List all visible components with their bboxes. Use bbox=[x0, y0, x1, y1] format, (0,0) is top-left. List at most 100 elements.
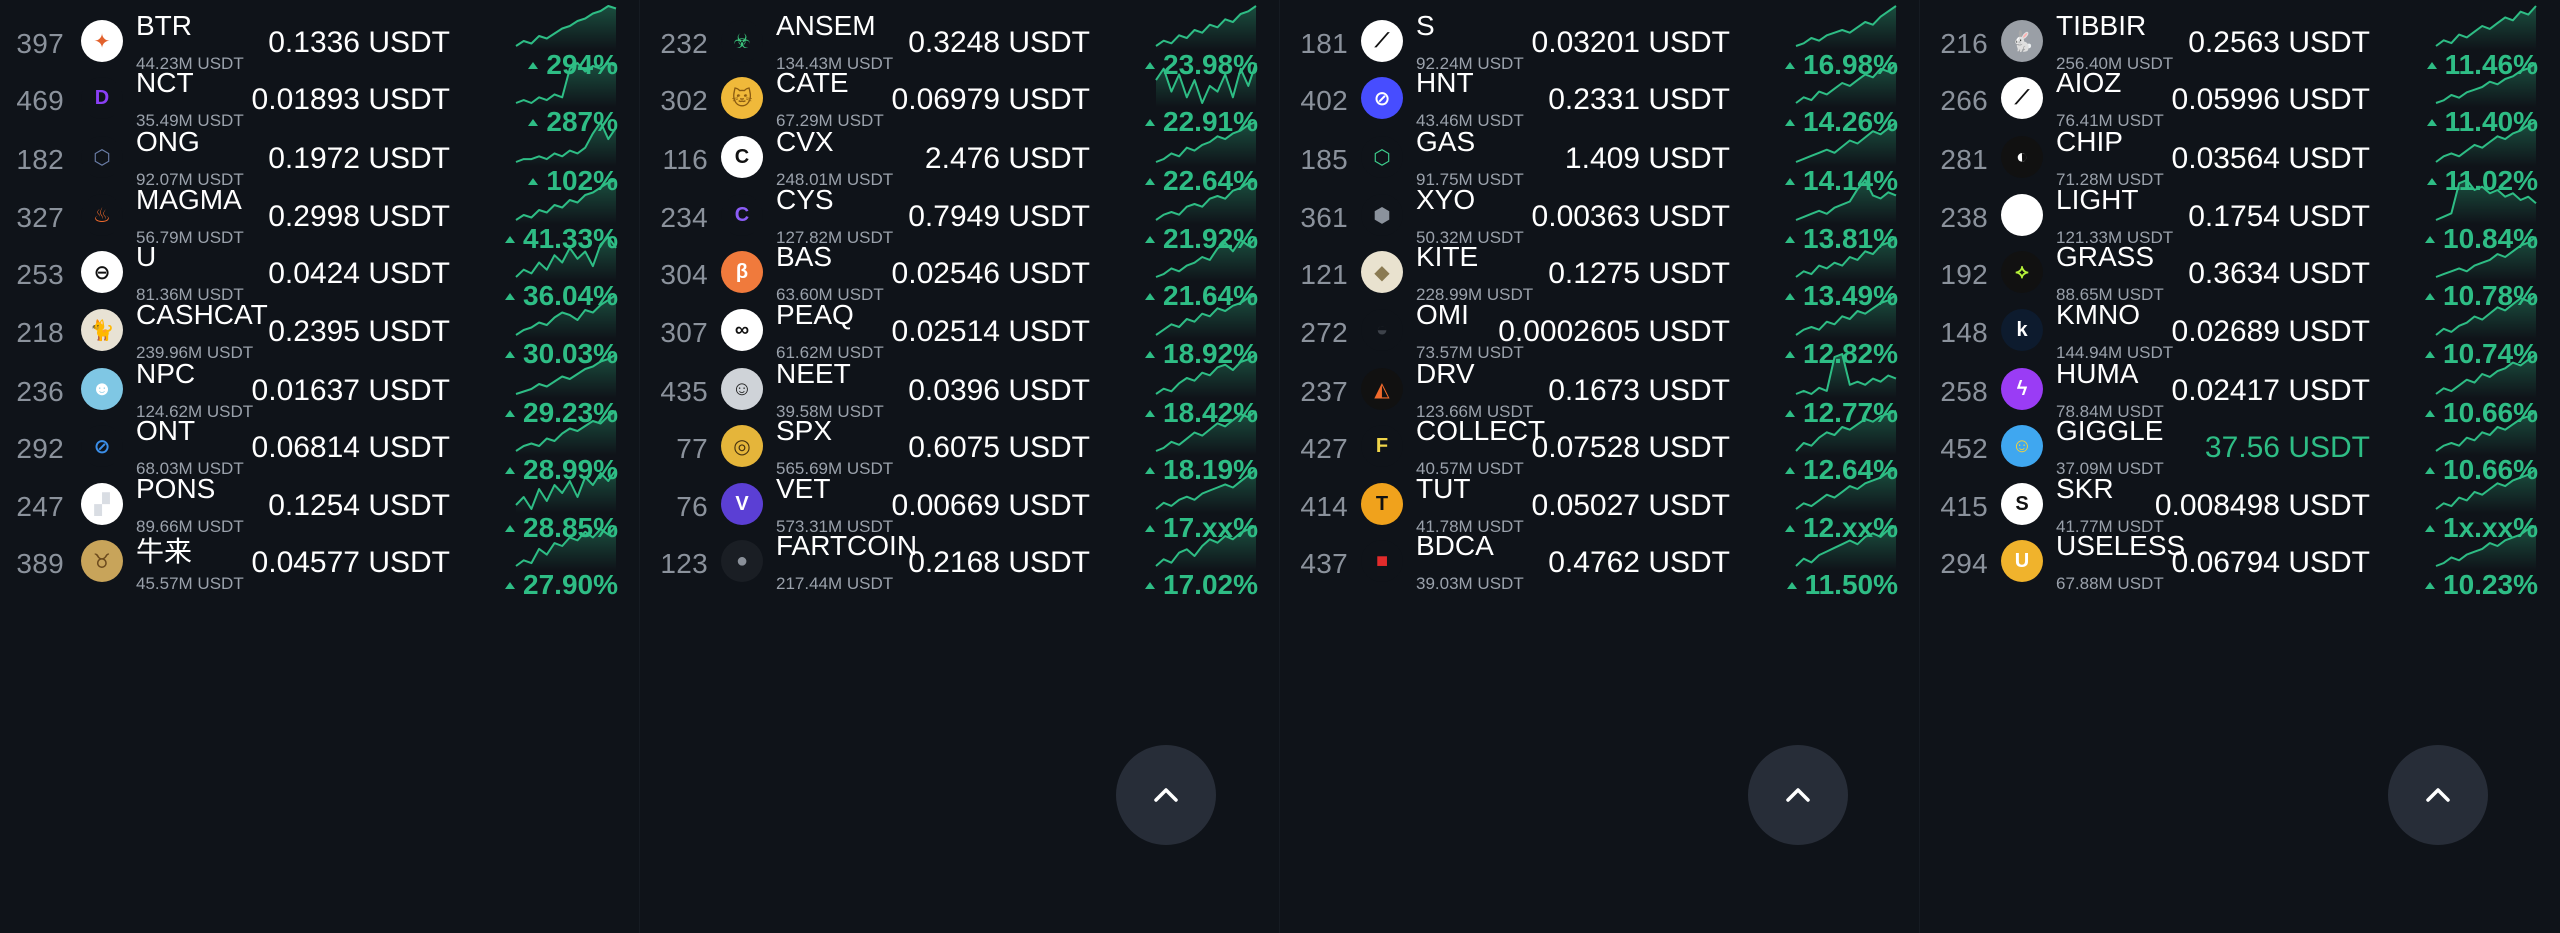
sparkline-chart bbox=[1795, 236, 1897, 281]
scroll-to-top-button[interactable] bbox=[1116, 745, 1216, 845]
market-column-4: 216 🐇 TIBBIR 256.40M USDT 0.2563 USDT 11.46% 2… bbox=[1920, 0, 2560, 933]
coin-price: 0.6075 USDT bbox=[908, 431, 1090, 464]
rank-number: 123 bbox=[660, 548, 708, 579]
sparkline-chart bbox=[515, 5, 617, 50]
coin-logo-glyph: ⊖ bbox=[93, 261, 111, 284]
coin-price: 0.1673 USDT bbox=[1548, 374, 1730, 407]
sparkline-chart bbox=[1795, 353, 1897, 398]
coin-price: 0.1336 USDT bbox=[268, 26, 450, 59]
coin-price: 0.1754 USDT bbox=[2188, 200, 2370, 233]
sparkline-chart bbox=[1155, 236, 1257, 281]
rank-number: 272 bbox=[1300, 317, 1348, 348]
coin-row[interactable]: 437 ■ BDCA 39.03M USDT 0.4762 USDT 11.50% bbox=[1280, 520, 1919, 614]
rank-number: 415 bbox=[1940, 491, 1988, 522]
coin-price: 0.7949 USDT bbox=[908, 200, 1090, 233]
coin-logo-icon: ☺ bbox=[2001, 425, 2043, 467]
coin-logo-glyph: ⊘ bbox=[93, 435, 111, 458]
coin-logo-glyph: F bbox=[1375, 434, 1389, 457]
market-column-2: 232 ☣ ANSEM 134.43M USDT 0.3248 USDT 23.98% 30… bbox=[640, 0, 1280, 933]
rank-number: 452 bbox=[1940, 433, 1988, 464]
rank-number: 435 bbox=[660, 376, 708, 407]
coin-row[interactable]: 389 ♉ 牛来 45.57M USDT 0.04577 USDT 27.90% bbox=[0, 520, 639, 614]
sparkline-chart bbox=[2435, 179, 2537, 224]
rank-number: 236 bbox=[16, 376, 64, 407]
sparkline-chart bbox=[515, 236, 617, 281]
coin-price: 0.0396 USDT bbox=[908, 374, 1090, 407]
sparkline-chart bbox=[1155, 468, 1257, 513]
rank-number: 397 bbox=[16, 28, 64, 59]
coin-price: 0.4762 USDT bbox=[1548, 546, 1730, 579]
coin-logo-glyph: S bbox=[2015, 492, 2029, 515]
coin-symbol: CVX bbox=[776, 126, 834, 157]
coin-price: 0.02417 USDT bbox=[2171, 374, 2370, 407]
coin-symbol: GAS bbox=[1416, 126, 1476, 157]
coin-symbol: CATE bbox=[776, 67, 849, 98]
coin-symbol: ONG bbox=[136, 126, 200, 157]
rank-number: 181 bbox=[1300, 28, 1348, 59]
coin-logo-icon: β bbox=[721, 251, 763, 293]
sparkline-chart bbox=[1795, 525, 1897, 570]
sparkline-chart bbox=[1155, 294, 1257, 339]
coin-logo-icon: U bbox=[2001, 540, 2043, 582]
coin-logo-icon: V bbox=[721, 483, 763, 525]
coin-logo-icon: ♨ bbox=[81, 194, 123, 236]
coin-logo-icon: ▞ bbox=[81, 483, 123, 525]
coin-logo-glyph: ♉ bbox=[93, 550, 111, 573]
coin-symbol: PONS bbox=[136, 473, 216, 504]
coin-logo-icon: ◒ bbox=[1361, 309, 1403, 351]
coin-row[interactable]: 123 ● FARTCOIN 217.44M USDT 0.2168 USDT 17.02… bbox=[640, 520, 1279, 614]
sparkline-area bbox=[516, 295, 616, 339]
coin-logo-glyph: T bbox=[1375, 492, 1389, 515]
coin-logo-icon: ⬡ bbox=[1361, 136, 1403, 178]
scroll-to-top-button[interactable] bbox=[2388, 745, 2488, 845]
scroll-to-top-button[interactable] bbox=[1748, 745, 1848, 845]
coin-price: 0.03564 USDT bbox=[2171, 142, 2370, 175]
coin-logo-icon: ⬡ bbox=[81, 136, 123, 178]
coin-symbol: CHIP bbox=[2056, 126, 2123, 157]
coin-logo-icon: ⊖ bbox=[81, 251, 123, 293]
coin-price: 0.05027 USDT bbox=[1531, 489, 1730, 522]
coin-logo-glyph: ∞ bbox=[734, 318, 750, 341]
coin-logo-glyph: 🐱 bbox=[731, 87, 753, 110]
coin-row[interactable]: 294 U USELESS 67.88M USDT 0.06794 USDT 10.23% bbox=[1920, 520, 2560, 614]
up-arrow-icon bbox=[505, 581, 516, 589]
coin-price: 0.2395 USDT bbox=[268, 315, 450, 348]
rank-number: 216 bbox=[1940, 28, 1988, 59]
coin-logo-icon: ✦ bbox=[81, 20, 123, 62]
sparkline-chart bbox=[1155, 5, 1257, 50]
coin-logo-glyph: ◒ bbox=[1375, 318, 1389, 341]
rank-number: 266 bbox=[1940, 85, 1988, 116]
price-change: 10.23% bbox=[2425, 569, 2538, 601]
coin-logo-icon bbox=[2001, 194, 2043, 236]
sparkline-chart bbox=[1155, 525, 1257, 570]
rank-number: 292 bbox=[16, 433, 64, 464]
coin-logo-icon: ⊘ bbox=[81, 425, 123, 467]
coin-price: 0.05996 USDT bbox=[2171, 83, 2370, 116]
rank-number: 437 bbox=[1300, 548, 1348, 579]
coin-logo-icon: C bbox=[721, 136, 763, 178]
coin-logo-glyph: ⟋ bbox=[1375, 29, 1389, 52]
coin-symbol: SKR bbox=[2056, 473, 2114, 504]
rank-number: 218 bbox=[16, 317, 64, 348]
coin-price: 2.476 USDT bbox=[924, 142, 1090, 175]
coin-logo-icon: 🐇 bbox=[2001, 20, 2043, 62]
coin-logo-icon: 🐈 bbox=[81, 309, 123, 351]
coin-logo-glyph: ▞ bbox=[94, 493, 110, 516]
sparkline-chart bbox=[2435, 525, 2537, 570]
coin-logo-glyph: ◭ bbox=[1374, 378, 1390, 401]
coin-logo-icon: ⬢ bbox=[1361, 194, 1403, 236]
rank-number: 116 bbox=[662, 144, 708, 175]
rank-number: 402 bbox=[1300, 85, 1348, 116]
coin-logo-glyph: ☣ bbox=[733, 30, 751, 53]
price-change: 27.90% bbox=[505, 569, 618, 601]
coin-logo-icon: ◭ bbox=[1361, 368, 1403, 410]
sparkline-area bbox=[1796, 354, 1896, 398]
coin-symbol: BDCA bbox=[1416, 530, 1494, 561]
coin-price: 0.2563 USDT bbox=[2188, 26, 2370, 59]
up-arrow-icon bbox=[1786, 581, 1797, 589]
sparkline-area bbox=[516, 469, 616, 513]
sparkline-chart bbox=[515, 121, 617, 166]
coin-logo-glyph: ⟡ bbox=[2015, 260, 2029, 283]
coin-symbol: HNT bbox=[1416, 67, 1474, 98]
coin-logo-icon: ◎ bbox=[721, 425, 763, 467]
